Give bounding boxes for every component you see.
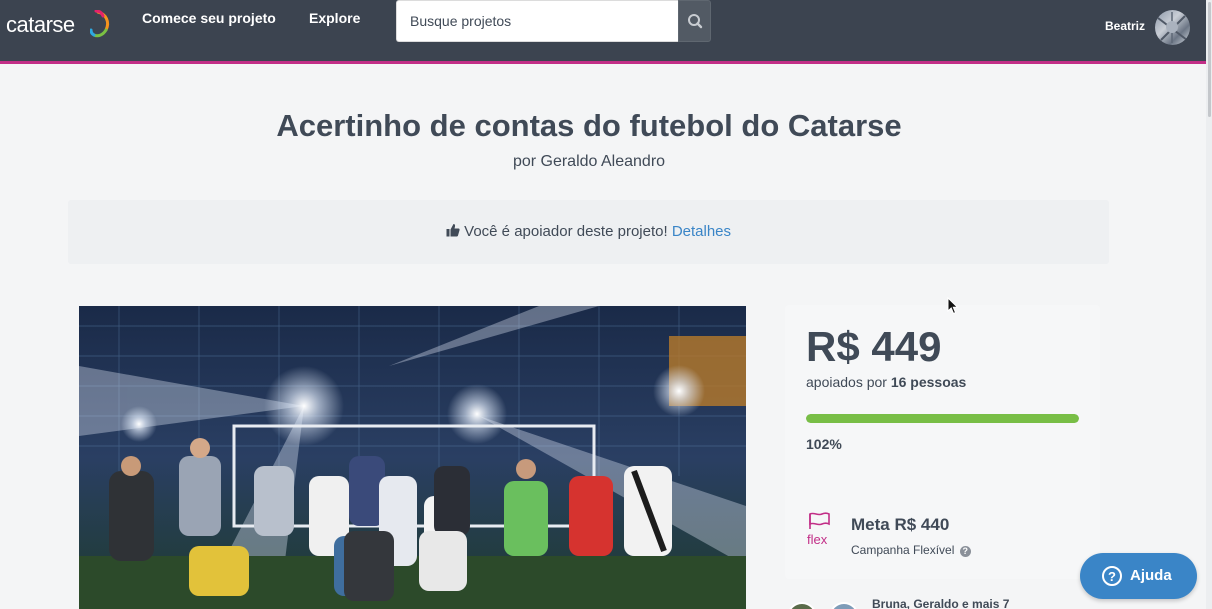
- banner-text: Você é apoiador deste projeto!: [464, 223, 668, 240]
- top-navbar: catarse Comece seu projeto Explore Beatr…: [0, 0, 1212, 64]
- user-avatar[interactable]: [1155, 10, 1190, 45]
- pledged-amount: R$ 449: [806, 323, 942, 370]
- nav-start-project[interactable]: Comece seu projeto: [142, 10, 276, 26]
- campaign-type-label: Campanha Flexível: [851, 543, 955, 557]
- search-input[interactable]: [396, 0, 679, 42]
- project-title: Acertinho de contas do futebol do Catars…: [276, 108, 902, 143]
- progress-fill: [806, 414, 1079, 423]
- backed-by: apoiados por 16 pessoas: [806, 374, 966, 390]
- catarse-logo[interactable]: catarse: [6, 10, 116, 40]
- question-icon[interactable]: ?: [959, 546, 971, 557]
- details-link[interactable]: Detalhes: [672, 223, 731, 240]
- funding-card: R$ 449 apoiados por 16 pessoas 102% flex…: [785, 305, 1100, 579]
- logo-mark-icon: [90, 10, 110, 38]
- scrollbar-thumb[interactable]: [1208, 2, 1211, 117]
- backers-count[interactable]: 16 pessoas: [891, 374, 967, 390]
- nav-explore[interactable]: Explore: [309, 10, 360, 26]
- help-button[interactable]: ? Ajuda: [1080, 553, 1197, 599]
- flag-icon: [809, 512, 830, 529]
- avatar-image: [1157, 12, 1188, 43]
- logo-text: catarse: [6, 12, 75, 37]
- progress-bar: [806, 414, 1079, 423]
- search-bar: [396, 0, 711, 42]
- backed-prefix: apoiados por: [806, 374, 887, 390]
- banner-line: Você é apoiador deste projeto! Detalhes: [68, 223, 1109, 240]
- search-button[interactable]: [678, 0, 711, 42]
- goal-amount: Meta R$ 440: [851, 515, 950, 534]
- video-thumbnail: [79, 306, 746, 609]
- project-byline[interactable]: por Geraldo Aleandro: [0, 153, 1178, 171]
- flex-badge: flex: [807, 512, 837, 548]
- thumbs-up-icon: [446, 224, 460, 237]
- question-circle-icon: ?: [1102, 566, 1122, 586]
- campaign-type: Campanha Flexível ?: [851, 543, 971, 557]
- supporter-avatar[interactable]: [787, 602, 817, 609]
- supporter-avatar[interactable]: [829, 602, 859, 609]
- supporters-summary[interactable]: Bruna, Geraldo e mais 7: [872, 597, 1009, 609]
- help-label: Ajuda: [1130, 567, 1172, 584]
- progress-percent: 102%: [806, 436, 842, 452]
- flex-label: flex: [807, 532, 828, 547]
- mouse-cursor-icon: [947, 297, 959, 315]
- supporter-banner: Você é apoiador deste projeto! Detalhes: [68, 200, 1109, 264]
- user-name[interactable]: Beatriz: [1105, 19, 1145, 33]
- project-video[interactable]: [79, 306, 746, 609]
- search-icon: [688, 14, 703, 29]
